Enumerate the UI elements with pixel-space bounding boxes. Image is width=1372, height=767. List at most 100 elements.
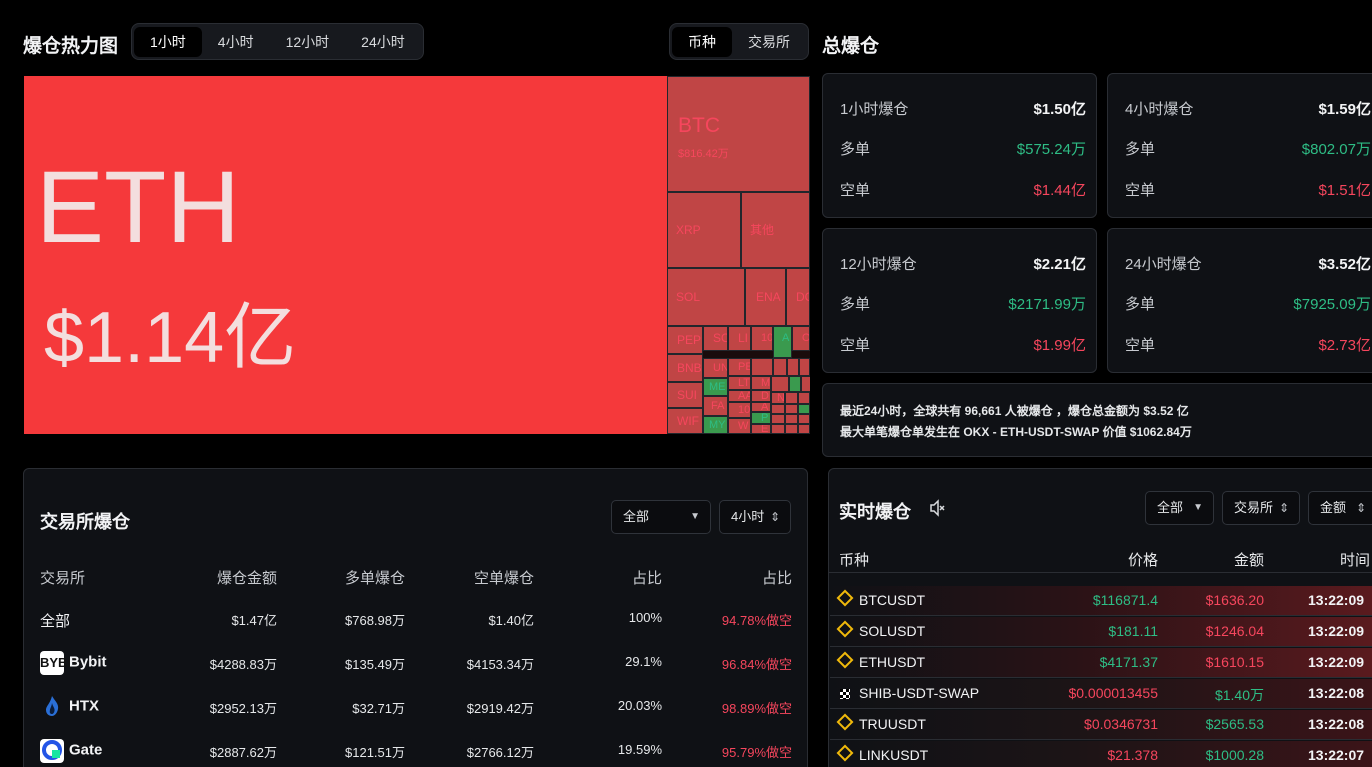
col-symbol: 币种 (839, 552, 870, 569)
exchange-name: Bybit (69, 653, 107, 671)
heatmap-cell-p[interactable]: P (751, 412, 771, 424)
short-label: 空单 (1125, 337, 1156, 354)
heatmap-cell-small[interactable] (771, 414, 785, 424)
heatmap-cell-small[interactable] (798, 414, 810, 424)
heatmap-cell-so[interactable]: SO (703, 326, 728, 351)
heatmap-cell-small[interactable] (771, 424, 785, 434)
heatmap-cell-o[interactable]: O (792, 326, 810, 351)
heatmap-cell-small[interactable] (785, 414, 798, 424)
heatmap-cell-n[interactable]: N (771, 392, 785, 404)
heatmap-cell-sol[interactable]: SOL (667, 268, 745, 326)
heatmap-cell-sui[interactable]: SUI (667, 382, 703, 408)
heatmap-cell-w[interactable]: W (728, 418, 751, 434)
heatmap-cell-small[interactable] (771, 376, 789, 392)
heatmap-cell-aa[interactable]: AA (728, 390, 751, 402)
col-amount: 金额 (1233, 552, 1264, 569)
heatmap-cell-e[interactable]: E (751, 424, 771, 434)
heatmap-cell-small[interactable] (785, 392, 798, 404)
list-item[interactable]: TRUUSDT $0.0346731 $2565.53 13:22:08 (830, 710, 1372, 740)
list-item[interactable]: SOLUSDT $181.11 $1246.04 13:22:09 (830, 617, 1372, 647)
heatmap-cell-small[interactable] (785, 404, 798, 414)
exchange-period-select[interactable]: 4小时 ⇕ (719, 500, 791, 534)
heatmap-cell-fa[interactable]: FA (703, 396, 728, 416)
heatmap-cell-my[interactable]: MY (703, 416, 728, 434)
realtime-filter-amount[interactable]: 金额 ⇕ (1308, 491, 1372, 525)
heatmap-cell-small[interactable] (799, 358, 810, 376)
cell-symbol: TRUUSDT (859, 716, 926, 732)
exchange-cell: HTX (40, 695, 99, 719)
heatmap-cell-small[interactable] (787, 358, 799, 376)
heatmap-cell-pe[interactable]: PE (728, 358, 751, 376)
heatmap-cell-small[interactable] (798, 392, 810, 404)
exchange-name: 全部 (40, 613, 71, 630)
binance-icon (836, 744, 854, 762)
heatmap-cell-other[interactable]: 其他 (741, 192, 810, 268)
binance-icon (836, 589, 854, 607)
table-row[interactable]: 全部 $1.47亿 $768.98万 $1.40亿 100% 94.78%做空 (40, 610, 792, 630)
card-long: $7925.09万 (1293, 296, 1371, 313)
summary-note-line2: 最大单笔爆仓单发生在 OKX - ETH-USDT-SWAP 价值 $1062.… (840, 425, 1192, 439)
heatmap-cell-ena[interactable]: ENA (745, 268, 786, 326)
heatmap-cell-ten[interactable]: 10 (751, 326, 773, 351)
cell-long: $121.51万 (345, 745, 405, 760)
heatmap-cell-doge[interactable]: DC (786, 268, 810, 326)
cell-ratio: 94.78%做空 (721, 613, 792, 628)
heatmap-cell-small[interactable] (798, 424, 810, 434)
heatmap-cell-small[interactable] (785, 424, 798, 434)
realtime-filter-all[interactable]: 全部 ▼ (1145, 491, 1214, 525)
summary-card-24h: 24小时爆仓 $3.52亿 多单 $7925.09万 空单 $2.73亿 (1107, 228, 1372, 373)
cell-amount: $1.40万 (1214, 687, 1264, 703)
heatmap-cell-small[interactable] (798, 404, 810, 414)
heatmap-cell-lt[interactable]: LT (728, 376, 751, 390)
heatmap-cell-li[interactable]: LI (728, 326, 751, 351)
heatmap-cell-small[interactable] (751, 358, 773, 376)
list-item[interactable]: ETHUSDT $4171.37 $1610.15 13:22:09 (830, 648, 1372, 678)
heatmap-cell-btc[interactable]: BTC $816.42万 (667, 76, 810, 192)
list-item[interactable]: SHIB-USDT-SWAP $0.000013455 $1.40万 13:22:08 (830, 679, 1372, 709)
list-item[interactable]: LINKUSDT $21.378 $1000.28 13:22:07 (830, 741, 1372, 767)
card-total: $2.21亿 (1033, 256, 1086, 273)
heatmap-cell-bnb[interactable]: BNB (667, 354, 703, 382)
table-row[interactable]: HTX $2952.13万 $32.71万 $2919.42万 20.03% 9… (40, 695, 792, 719)
long-label: 多单 (840, 296, 871, 313)
tab-24h[interactable]: 24小时 (345, 27, 421, 57)
cell-amount: $1.47亿 (231, 613, 277, 628)
realtime-filter-exchange[interactable]: 交易所 ⇕ (1222, 491, 1300, 525)
tab-4h[interactable]: 4小时 (202, 27, 270, 57)
list-item[interactable]: BTCUSDT $116871.4 $1636.20 13:22:09 (830, 586, 1372, 616)
tab-1h[interactable]: 1小时 (134, 26, 202, 57)
exchange-cell: Gate (40, 739, 102, 763)
card-title: 4小时爆仓 (1125, 101, 1194, 118)
tab-exchange[interactable]: 交易所 (732, 27, 806, 57)
cell-symbol: SOLUSDT (859, 623, 926, 639)
heatmap-cell-a[interactable]: A (773, 326, 792, 358)
cell-price: $116871.4 (1092, 592, 1158, 608)
heatmap-cell-wif[interactable]: WIF (667, 408, 703, 434)
heatmap-cell-small[interactable] (771, 404, 785, 414)
exchange-period-value: 4小时 (731, 509, 765, 524)
table-row[interactable]: BYBITBybit $4288.83万 $135.49万 $4153.34万 … (40, 651, 792, 675)
summary-note-line1: 最近24小时，全球共有 96,661 人被爆仓 ，爆仓总金额为 $3.52 亿 (840, 404, 1189, 418)
heatmap-cell-eth[interactable]: ETH $1.14亿 (24, 76, 667, 434)
heatmap-cell-m[interactable]: M (751, 376, 771, 390)
cell-time: 13:22:09 (1308, 592, 1365, 608)
tab-coin[interactable]: 币种 (672, 26, 732, 57)
heatmap-cell-a2[interactable]: A (751, 402, 771, 412)
heatmap-cell-d[interactable]: D (751, 390, 771, 402)
heatmap-cell-small[interactable] (789, 376, 801, 392)
exchange-name: HTX (69, 697, 99, 715)
heatmap-cell-small[interactable] (773, 358, 787, 376)
heatmap-cell-xrp[interactable]: XRP (667, 192, 741, 268)
heatmap-cell-small[interactable] (801, 376, 810, 392)
mute-icon[interactable] (929, 499, 947, 522)
heatmap-title: 爆仓热力图 (23, 36, 119, 57)
col-time: 时间 (1340, 552, 1371, 569)
exchange-filter-select[interactable]: 全部 ▼ (611, 500, 711, 534)
heatmap-cell-me[interactable]: ME (703, 378, 728, 396)
heatmap-cell-ten2[interactable]: 10 (728, 402, 751, 418)
table-row[interactable]: Gate $2887.62万 $121.51万 $2766.12万 19.59%… (40, 739, 792, 763)
heatmap-cell-un[interactable]: UN (703, 358, 728, 378)
cell-amount: $2565.53 (1205, 716, 1264, 732)
heatmap-cell-pepe[interactable]: PEPI (667, 326, 703, 354)
tab-12h[interactable]: 12小时 (270, 27, 346, 57)
